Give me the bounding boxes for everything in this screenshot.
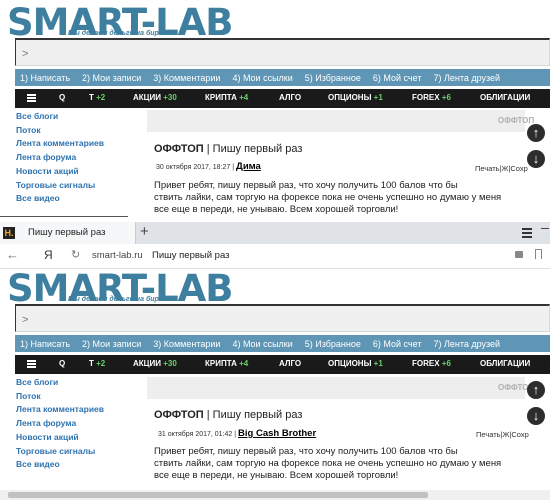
post-author[interactable]: Дима (236, 161, 261, 172)
url-domain[interactable]: smart-lab.ru (92, 250, 143, 261)
sidebar-stream[interactable]: Поток (16, 390, 104, 404)
reload-icon[interactable]: ↻ (71, 248, 80, 261)
menu-comments[interactable]: 3) Комментарии (153, 339, 220, 349)
menu-opciony[interactable]: ОПЦИОНЫ +1 (328, 93, 383, 102)
hamburger-icon[interactable] (27, 94, 36, 103)
post-title-text[interactable]: Пишу первый раз (213, 409, 303, 421)
search-prompt: > (22, 314, 29, 326)
sidebar-all-blogs[interactable]: Все блоги (16, 376, 104, 390)
search-input[interactable]: > (15, 38, 550, 66)
smartlab-favicon-icon: H. (3, 227, 15, 239)
search-q-button[interactable]: Q (59, 93, 65, 102)
post-meta: 31 октября 2017, 01:42 | Big Cash Brothe… (158, 428, 317, 439)
menu-kripta[interactable]: КРИПТА +4 (205, 359, 248, 368)
post-actions[interactable]: Печать|Ж|Сохр (475, 164, 528, 173)
menu-kripta[interactable]: КРИПТА +4 (205, 93, 248, 102)
sidebar-stock-news[interactable]: Новости акций (16, 165, 104, 179)
search-input[interactable]: > (15, 304, 550, 332)
horizontal-scrollbar[interactable] (0, 490, 550, 500)
sidebar-stock-news[interactable]: Новости акций (16, 431, 104, 445)
url-title[interactable]: Пишу первый раз (152, 250, 230, 261)
category-header-band (147, 377, 525, 399)
arrow-up-icon[interactable]: ↑ (527, 124, 545, 142)
search-prompt: > (22, 48, 29, 60)
menu-friends-feed[interactable]: 7) Лента друзей (433, 339, 500, 349)
menu-obligacii[interactable]: ОБЛИГАЦИИ (480, 93, 530, 102)
category-menu: Q T +2 АКЦИИ +30 КРИПТА +4 АЛГО ОПЦИОНЫ … (15, 355, 550, 374)
post-date: 30 октября 2017, 18:27 (156, 164, 231, 171)
post-actions[interactable]: Печать|Ж|Сохр (476, 430, 529, 439)
sidebar-stream[interactable]: Поток (16, 124, 104, 138)
user-menu: 1) Написать 2) Мои записи 3) Комментарии… (15, 335, 550, 352)
sidebar-forum-feed[interactable]: Лента форума (16, 417, 104, 431)
arrow-down-icon[interactable]: ↓ (527, 407, 545, 425)
menu-my-links[interactable]: 4) Мои ссылки (232, 339, 292, 349)
site-slogan: Мы делаем деньги на бирже (68, 296, 168, 303)
post-title: ОФФТОП | Пишу первый раз (154, 409, 303, 421)
new-tab-button[interactable]: + (140, 223, 149, 240)
arrow-up-icon[interactable]: ↑ (527, 381, 545, 399)
address-bar: ← Я ↻ smart-lab.ru Пишу первый раз (0, 244, 550, 269)
menu-write[interactable]: 1) Написать (20, 73, 70, 83)
user-menu: 1) Написать 2) Мои записи 3) Комментарии… (15, 69, 550, 86)
menu-comments[interactable]: 3) Комментарии (153, 73, 220, 83)
search-q-button[interactable]: Q (59, 359, 65, 368)
sidebar-all-videos[interactable]: Все видео (16, 458, 104, 472)
category-menu: Q T +2 АКЦИИ +30 КРИПТА +4 АЛГО ОПЦИОНЫ … (15, 89, 550, 108)
menu-my-account[interactable]: 6) Мой счет (373, 339, 422, 349)
post-meta: 30 октября 2017, 18:27 | Дима (156, 161, 261, 172)
hamburger-icon[interactable] (27, 360, 36, 369)
tab-title: Пишу первый раз (28, 227, 106, 238)
menu-akcii[interactable]: АКЦИИ +30 (133, 359, 177, 368)
menu-t[interactable]: T +2 (89, 359, 105, 368)
scrollbar-thumb[interactable] (8, 492, 428, 498)
menu-write[interactable]: 1) Написать (20, 339, 70, 349)
menu-opciony[interactable]: ОПЦИОНЫ +1 (328, 359, 383, 368)
yandex-button[interactable]: Я (44, 248, 53, 262)
menu-forex[interactable]: FOREX +6 (412, 93, 451, 102)
menu-my-links[interactable]: 4) Мои ссылки (232, 73, 292, 83)
menu-t[interactable]: T +2 (89, 93, 105, 102)
hamburger-icon[interactable] (522, 228, 532, 238)
post-category[interactable]: ОФФТОП (154, 409, 204, 421)
post-title: ОФФТОП | Пишу первый раз (154, 143, 303, 155)
category-label[interactable]: ОФФТОП (498, 116, 534, 125)
sidebar-comments-feed[interactable]: Лента комментариев (16, 137, 104, 151)
sidebar-all-blogs[interactable]: Все блоги (16, 110, 104, 124)
menu-forex[interactable]: FOREX +6 (412, 359, 451, 368)
sidebar-forum-feed[interactable]: Лента форума (16, 151, 104, 165)
sidebar-all-videos[interactable]: Все видео (16, 192, 104, 206)
category-header-band (147, 110, 525, 132)
menu-my-account[interactable]: 6) Мой счет (373, 73, 422, 83)
minimize-icon[interactable] (541, 228, 549, 229)
post-date: 31 октября 2017, 01:42 (158, 431, 233, 438)
post-body: Привет ребят, пишу первый раз, что хочу … (154, 446, 502, 481)
sidebar-comments-feed[interactable]: Лента комментариев (16, 403, 104, 417)
menu-friends-feed[interactable]: 7) Лента друзей (433, 73, 500, 83)
bookmark-icon[interactable] (535, 249, 542, 259)
browser-tab[interactable]: H. Пишу первый раз (0, 222, 136, 244)
menu-favorites[interactable]: 5) Избранное (305, 73, 361, 83)
site-slogan: Мы делаем деньги на бирже (68, 30, 168, 37)
sidebar-trading-signals[interactable]: Торговые сигналы (16, 445, 104, 459)
menu-my-posts[interactable]: 2) Мои записи (82, 73, 141, 83)
post-author[interactable]: Big Cash Brother (238, 428, 316, 439)
lock-icon[interactable] (515, 251, 523, 258)
menu-algo[interactable]: АЛГО (279, 359, 301, 368)
menu-obligacii[interactable]: ОБЛИГАЦИИ (480, 359, 530, 368)
sidebar: Все блоги Поток Лента комментариев Лента… (16, 376, 104, 472)
post-body: Привет ребят, пишу первый раз, что хочу … (154, 180, 502, 215)
menu-akcii[interactable]: АКЦИИ +30 (133, 93, 177, 102)
divider (0, 216, 128, 217)
post-title-text[interactable]: Пишу первый раз (213, 143, 303, 155)
post-category[interactable]: ОФФТОП (154, 143, 204, 155)
arrow-left-icon[interactable]: ← (6, 247, 19, 262)
menu-favorites[interactable]: 5) Избранное (305, 339, 361, 349)
menu-my-posts[interactable]: 2) Мои записи (82, 339, 141, 349)
arrow-down-icon[interactable]: ↓ (527, 150, 545, 168)
menu-algo[interactable]: АЛГО (279, 93, 301, 102)
sidebar-trading-signals[interactable]: Торговые сигналы (16, 179, 104, 193)
sidebar: Все блоги Поток Лента комментариев Лента… (16, 110, 104, 206)
